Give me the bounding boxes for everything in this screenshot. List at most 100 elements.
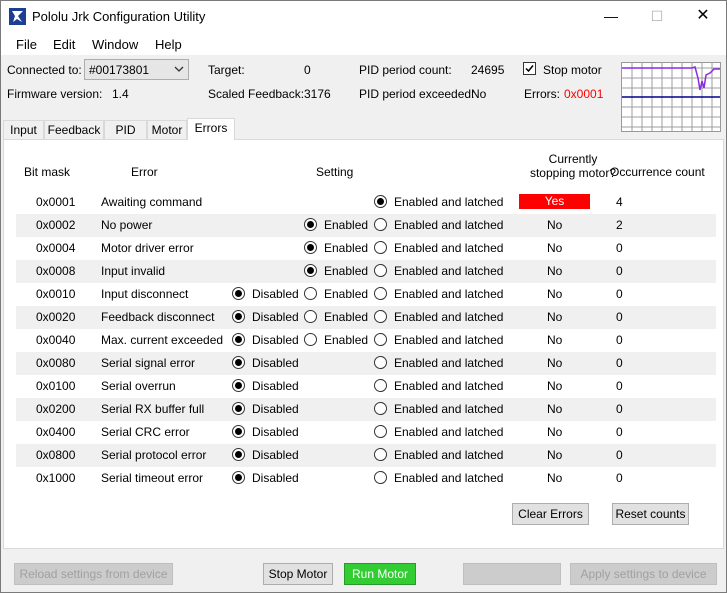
radio-latched[interactable] bbox=[374, 287, 387, 300]
radio-label-disabled[interactable]: Disabled bbox=[252, 425, 299, 439]
pid-exceeded-label: PID period exceeded: bbox=[359, 87, 475, 101]
stop-motor-checkbox[interactable] bbox=[523, 62, 536, 75]
error-name-cell: No power bbox=[101, 218, 153, 232]
occurrence-count-cell: 2 bbox=[616, 218, 623, 232]
radio-latched[interactable] bbox=[374, 195, 387, 208]
radio-label-latched[interactable]: Enabled and latched bbox=[394, 195, 503, 209]
radio-label-enabled[interactable]: Enabled bbox=[324, 241, 368, 255]
radio-disabled[interactable] bbox=[232, 379, 245, 392]
tab-input[interactable]: Input bbox=[3, 120, 44, 140]
radio-latched[interactable] bbox=[374, 241, 387, 254]
close-icon[interactable]: ✕ bbox=[680, 1, 726, 33]
radio-label-latched[interactable]: Enabled and latched bbox=[394, 402, 503, 416]
radio-label-latched[interactable]: Enabled and latched bbox=[394, 425, 503, 439]
stopping-motor-cell: No bbox=[547, 264, 563, 278]
table-row: 0x0200 Serial RX buffer full Disabled Enabl… bbox=[16, 398, 716, 421]
header-bit-mask: Bit mask bbox=[24, 165, 71, 179]
radio-disabled[interactable] bbox=[232, 425, 245, 438]
radio-disabled[interactable] bbox=[232, 448, 245, 461]
radio-label-disabled[interactable]: Disabled bbox=[252, 310, 299, 324]
stopping-motor-badge: Yes bbox=[519, 194, 590, 209]
feedback-graph[interactable] bbox=[621, 62, 721, 132]
radio-label-latched[interactable]: Enabled and latched bbox=[394, 379, 503, 393]
minimize-icon[interactable]: — bbox=[588, 1, 634, 33]
tab-errors[interactable]: Errors bbox=[187, 118, 235, 140]
reset-counts-button[interactable]: Reset counts bbox=[612, 503, 689, 525]
radio-disabled[interactable] bbox=[232, 310, 245, 323]
radio-label-latched[interactable]: Enabled and latched bbox=[394, 264, 503, 278]
stopping-motor-cell: No bbox=[547, 425, 563, 439]
radio-latched[interactable] bbox=[374, 471, 387, 484]
radio-label-enabled[interactable]: Enabled bbox=[324, 333, 368, 347]
scaled-feedback-label: Scaled Feedback: bbox=[208, 87, 305, 101]
device-select-value: #00173801 bbox=[89, 63, 150, 77]
radio-label-latched[interactable]: Enabled and latched bbox=[394, 333, 503, 347]
radio-latched[interactable] bbox=[374, 218, 387, 231]
tab-motor[interactable]: Motor bbox=[147, 120, 187, 140]
table-row: 0x0800 Serial protocol error Disabled Enabl… bbox=[16, 444, 716, 467]
menu-window[interactable]: Window bbox=[92, 37, 138, 52]
radio-label-disabled[interactable]: Disabled bbox=[252, 379, 299, 393]
window-title: Pololu Jrk Configuration Utility bbox=[32, 9, 206, 24]
radio-label-enabled[interactable]: Enabled bbox=[324, 310, 368, 324]
apply-settings-button[interactable]: Apply settings to device bbox=[570, 563, 717, 585]
radio-enabled[interactable] bbox=[304, 264, 317, 277]
tab-pid[interactable]: PID bbox=[104, 120, 147, 140]
radio-label-enabled[interactable]: Enabled bbox=[324, 218, 368, 232]
chevron-down-icon bbox=[174, 66, 184, 72]
menu-edit[interactable]: Edit bbox=[53, 37, 75, 52]
radio-disabled[interactable] bbox=[232, 287, 245, 300]
radio-label-latched[interactable]: Enabled and latched bbox=[394, 310, 503, 324]
menu-file[interactable]: File bbox=[16, 37, 37, 52]
pololu-logo-icon bbox=[9, 8, 26, 25]
occurrence-count-cell: 0 bbox=[616, 448, 623, 462]
stopping-motor-cell: No bbox=[547, 310, 563, 324]
radio-enabled[interactable] bbox=[304, 287, 317, 300]
radio-latched[interactable] bbox=[374, 310, 387, 323]
bit-mask-cell: 0x0001 bbox=[36, 195, 76, 209]
radio-enabled[interactable] bbox=[304, 333, 317, 346]
menu-help[interactable]: Help bbox=[155, 37, 182, 52]
radio-label-disabled[interactable]: Disabled bbox=[252, 356, 299, 370]
tab-feedback[interactable]: Feedback bbox=[44, 120, 104, 140]
radio-label-disabled[interactable]: Disabled bbox=[252, 333, 299, 347]
radio-latched[interactable] bbox=[374, 448, 387, 461]
clear-errors-button[interactable]: Clear Errors bbox=[512, 503, 589, 525]
radio-latched[interactable] bbox=[374, 402, 387, 415]
app-window: Pololu Jrk Configuration Utility — ☐ ✕ F… bbox=[0, 0, 727, 593]
radio-label-disabled[interactable]: Disabled bbox=[252, 448, 299, 462]
pid-count-label: PID period count: bbox=[359, 63, 452, 77]
radio-latched[interactable] bbox=[374, 379, 387, 392]
radio-label-latched[interactable]: Enabled and latched bbox=[394, 218, 503, 232]
run-motor-button[interactable]: Run Motor bbox=[344, 563, 416, 585]
maximize-icon[interactable]: ☐ bbox=[634, 1, 680, 33]
radio-enabled[interactable] bbox=[304, 218, 317, 231]
reload-settings-button[interactable]: Reload settings from device bbox=[14, 563, 173, 585]
radio-disabled[interactable] bbox=[232, 333, 245, 346]
radio-disabled[interactable] bbox=[232, 471, 245, 484]
radio-label-disabled[interactable]: Disabled bbox=[252, 471, 299, 485]
radio-label-latched[interactable]: Enabled and latched bbox=[394, 448, 503, 462]
radio-latched[interactable] bbox=[374, 356, 387, 369]
radio-label-disabled[interactable]: Disabled bbox=[252, 402, 299, 416]
radio-label-latched[interactable]: Enabled and latched bbox=[394, 471, 503, 485]
bit-mask-cell: 0x0800 bbox=[36, 448, 76, 462]
radio-disabled[interactable] bbox=[232, 356, 245, 369]
radio-enabled[interactable] bbox=[304, 241, 317, 254]
radio-label-enabled[interactable]: Enabled bbox=[324, 287, 368, 301]
blank-button[interactable] bbox=[463, 563, 561, 585]
radio-latched[interactable] bbox=[374, 425, 387, 438]
device-select[interactable]: #00173801 bbox=[84, 59, 189, 80]
radio-latched[interactable] bbox=[374, 333, 387, 346]
radio-disabled[interactable] bbox=[232, 402, 245, 415]
radio-label-latched[interactable]: Enabled and latched bbox=[394, 287, 503, 301]
radio-latched[interactable] bbox=[374, 264, 387, 277]
radio-enabled[interactable] bbox=[304, 310, 317, 323]
table-row: 0x0400 Serial CRC error Disabled Enabled an… bbox=[16, 421, 716, 444]
radio-label-disabled[interactable]: Disabled bbox=[252, 287, 299, 301]
bit-mask-cell: 0x0100 bbox=[36, 379, 76, 393]
stop-motor-button[interactable]: Stop Motor bbox=[263, 563, 333, 585]
radio-label-latched[interactable]: Enabled and latched bbox=[394, 241, 503, 255]
radio-label-enabled[interactable]: Enabled bbox=[324, 264, 368, 278]
radio-label-latched[interactable]: Enabled and latched bbox=[394, 356, 503, 370]
